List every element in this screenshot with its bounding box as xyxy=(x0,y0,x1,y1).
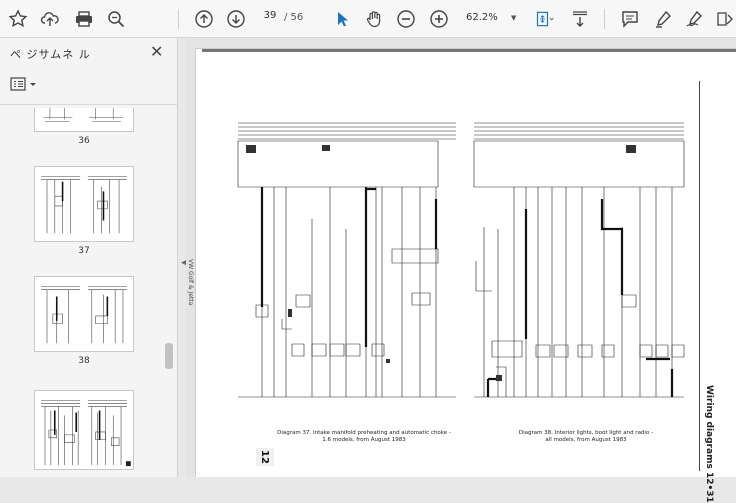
thumbnails-panel: ペ ジサムネ ル ✕ 36 37 38 xyxy=(0,38,178,477)
thumbnail-options-button[interactable] xyxy=(10,76,42,94)
thumbnail-label: 38 xyxy=(78,356,90,366)
page-number-input[interactable]: 39 xyxy=(258,10,282,28)
thumbnail-label: 37 xyxy=(78,246,90,256)
select-cursor-icon[interactable] xyxy=(330,7,354,31)
scroll-mode-icon[interactable] xyxy=(568,7,592,31)
search-zoom-icon[interactable] xyxy=(104,7,128,31)
next-page-icon[interactable] xyxy=(224,7,248,31)
draw-sign-icon[interactable] xyxy=(683,7,707,31)
panel-title: ペ ジサムネ ル xyxy=(10,48,91,61)
comment-icon[interactable] xyxy=(618,7,642,31)
bookmark-star-icon[interactable] xyxy=(6,7,30,31)
panel-scrollbar[interactable] xyxy=(165,343,173,369)
thumbnail-list: 36 37 38 xyxy=(0,108,170,477)
diagram-caption-left-line1: Diagram 37. Intake manifold preheating a… xyxy=(277,430,451,436)
close-panel-icon[interactable]: ✕ xyxy=(150,42,163,61)
wiring-diagram xyxy=(237,122,685,398)
previous-page-icon[interactable] xyxy=(192,7,216,31)
page-thumbnail[interactable] xyxy=(34,108,134,132)
diagram-caption-left-line2: 1.6 models, from August 1983 xyxy=(322,437,406,444)
toolbar: 39 / 56 62.2% ▼ xyxy=(0,0,736,38)
page-header-label: VW Golf & Jetta xyxy=(187,259,194,306)
page-thumbnail[interactable] xyxy=(34,276,134,352)
diagram-caption-right-line1: Diagram 38. Interior lights, boot light … xyxy=(518,430,654,436)
highlight-pen-icon[interactable] xyxy=(651,7,675,31)
page-thumbnail[interactable] xyxy=(34,166,134,242)
zoom-out-icon[interactable] xyxy=(394,7,418,31)
fill-sign-icon[interactable] xyxy=(713,7,736,31)
section-label: Wiring diagrams 12•31 xyxy=(704,385,714,503)
print-icon[interactable] xyxy=(72,7,96,31)
page-number: 12 xyxy=(256,448,274,466)
page-total: / 56 xyxy=(284,12,304,23)
fit-page-icon[interactable] xyxy=(530,7,560,31)
zoom-value: 62.2% xyxy=(466,12,498,23)
hand-tool-icon[interactable] xyxy=(362,7,386,31)
document-page: VW Golf & Jetta Wiring diagrams 12•31 Di… xyxy=(187,48,736,503)
page-thumbnail-current[interactable] xyxy=(34,390,134,470)
zoom-level[interactable]: 62.2% ▼ xyxy=(466,12,516,23)
diagram-caption-right-line2: all models, from August 1983 xyxy=(545,437,627,444)
list-view-icon xyxy=(10,77,36,91)
zoom-in-icon[interactable] xyxy=(427,7,451,31)
thumbnail-label: 36 xyxy=(78,136,90,146)
upload-cloud-icon[interactable] xyxy=(38,7,62,31)
zoom-dropdown-icon[interactable]: ▼ xyxy=(511,14,516,22)
document-viewer[interactable]: VW Golf & Jetta Wiring diagrams 12•31 Di… xyxy=(186,38,736,503)
